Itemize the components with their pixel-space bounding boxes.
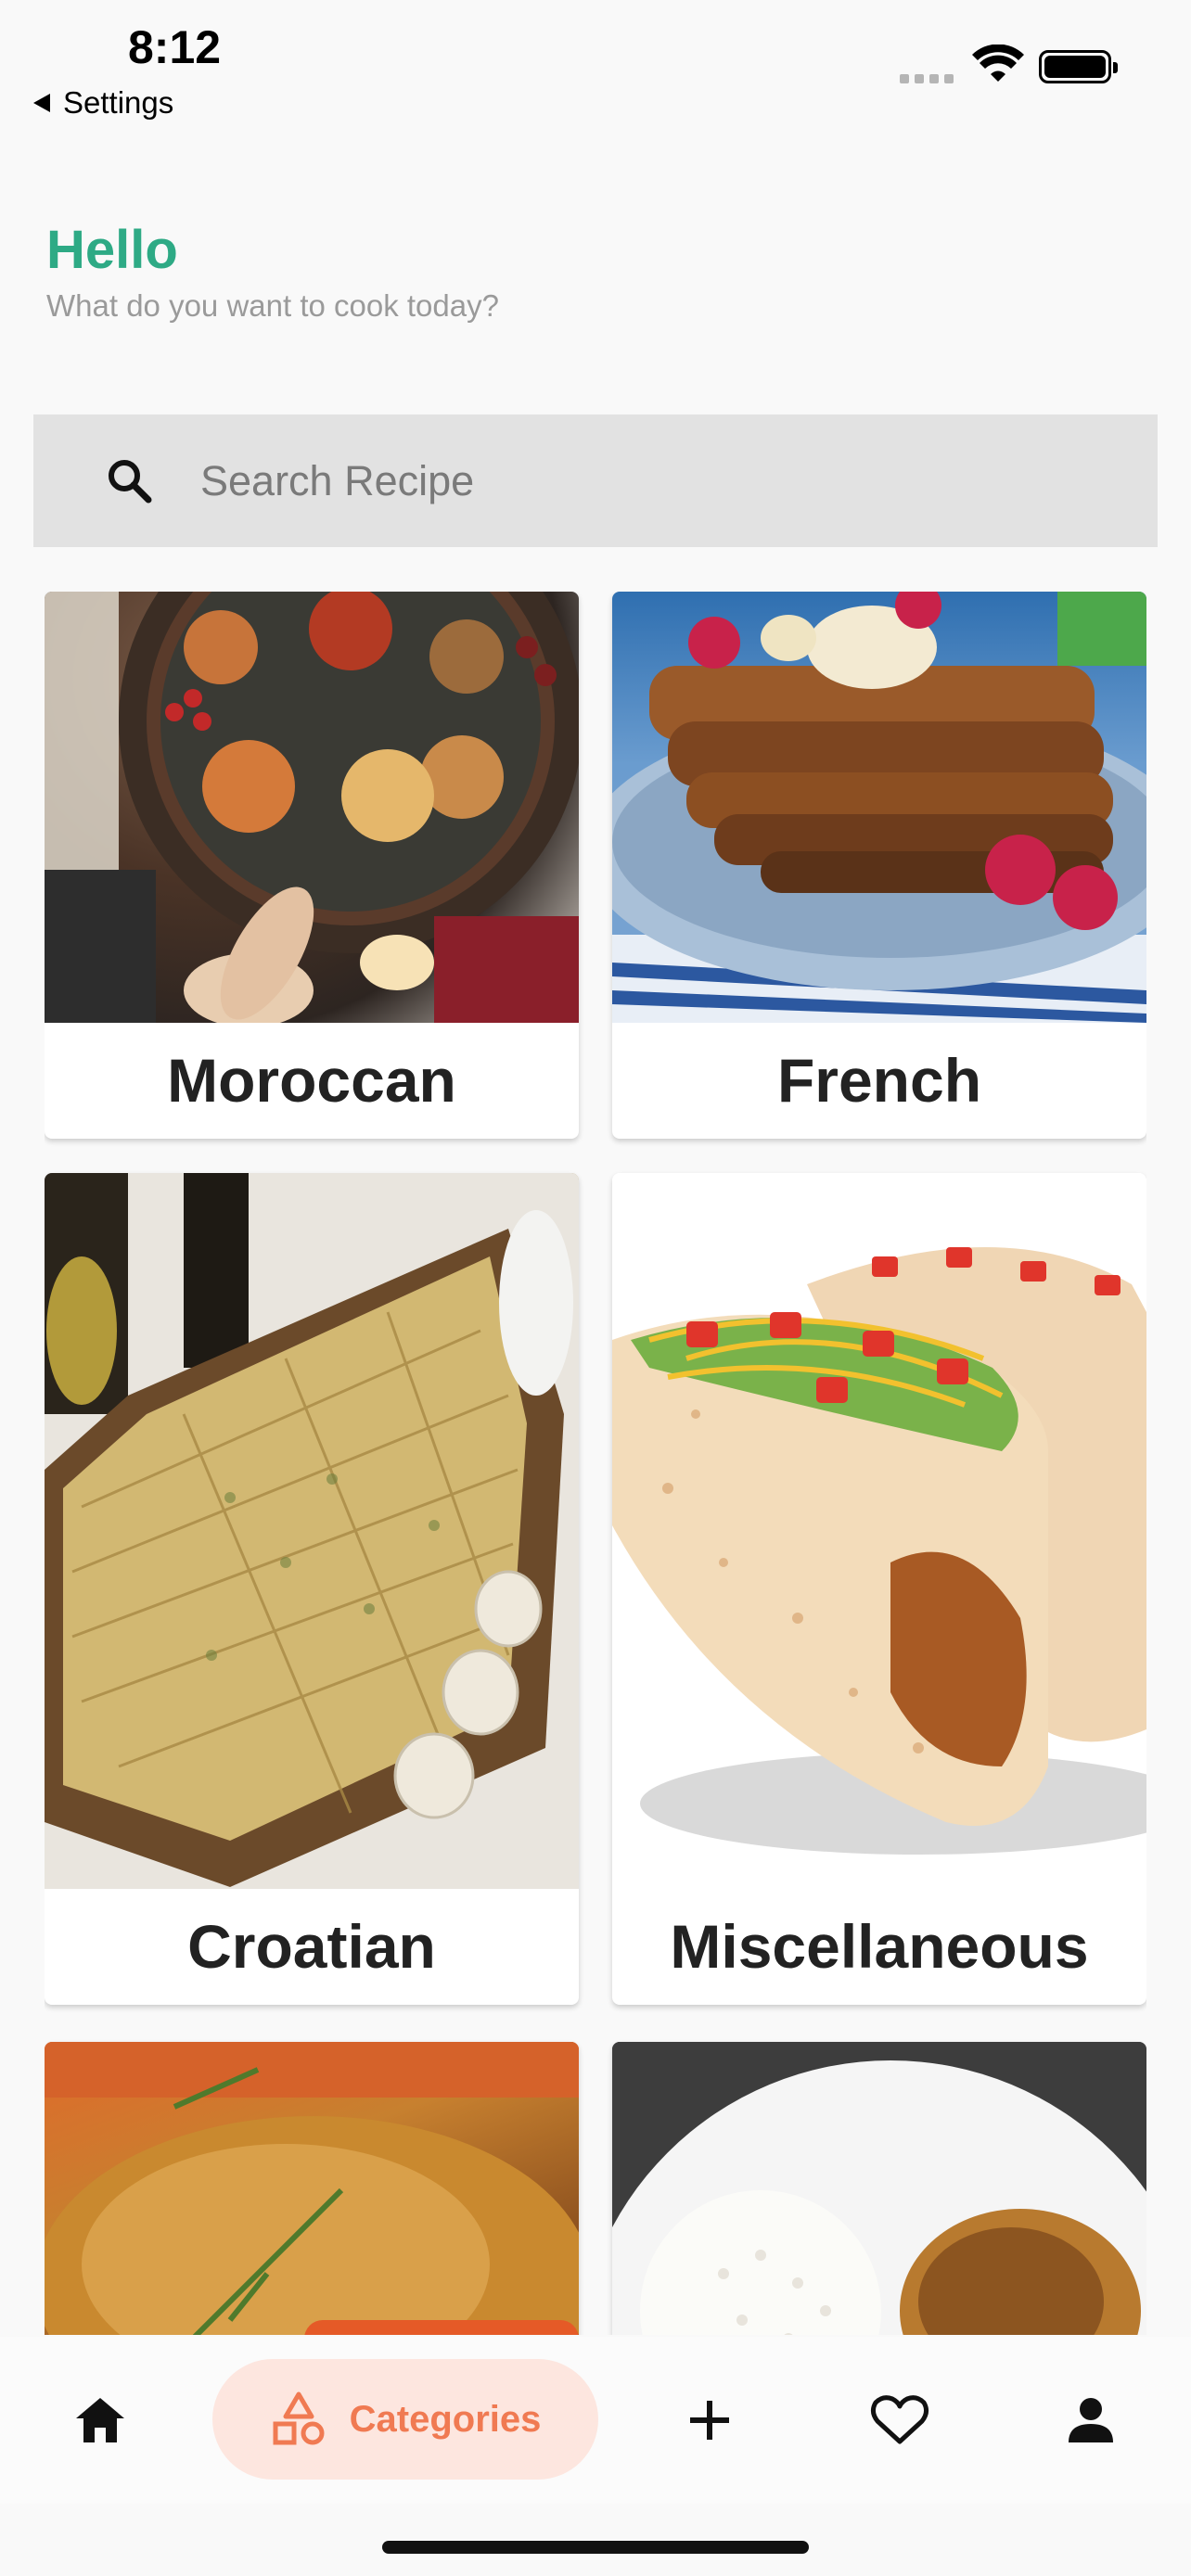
cellular-signal-icon [900, 74, 954, 83]
category-label-croatian: Croatian [187, 1912, 436, 1981]
nav-add[interactable] [663, 2337, 756, 2504]
greeting-header: Hello What do you want to cook today? [46, 219, 499, 324]
profile-icon [1069, 2398, 1113, 2442]
search-icon [109, 459, 152, 503]
nav-favorites[interactable] [853, 2337, 946, 2504]
category-grid[interactable]: Moroccan French Croatian Miscellaneous [45, 592, 1146, 2335]
category-card[interactable] [45, 2042, 579, 2335]
category-card-miscellaneous[interactable]: Miscellaneous [612, 1173, 1146, 2005]
greeting-subtitle: What do you want to cook today? [46, 288, 499, 323]
category-image [612, 2042, 1146, 2335]
nav-home[interactable] [54, 2337, 147, 2504]
status-time: 8:12 [128, 21, 222, 73]
back-to-settings-link[interactable]: Settings [33, 85, 173, 121]
nav-categories-label: Categories [349, 2398, 542, 2440]
category-image-moroccan [45, 592, 579, 1023]
category-card-croatian[interactable]: Croatian [45, 1173, 579, 2005]
category-label-moroccan: Moroccan [167, 1046, 456, 1115]
greeting-title: Hello [46, 220, 178, 280]
category-label-french: French [776, 1046, 982, 1115]
category-image [45, 2042, 579, 2335]
category-card-french[interactable]: French [612, 592, 1146, 1139]
search-bar[interactable] [33, 414, 1158, 547]
add-icon [690, 2401, 729, 2440]
category-image-croatian [45, 1173, 579, 1889]
category-image-french [612, 592, 1146, 1023]
battery-icon [1039, 50, 1118, 83]
categories-icon [273, 2391, 325, 2445]
bottom-navigation: Categories [0, 2337, 1191, 2504]
home-icon [76, 2398, 124, 2442]
back-to-settings-label: Settings [63, 85, 174, 120]
heart-icon [870, 2395, 929, 2444]
category-image-miscellaneous [612, 1173, 1146, 1889]
category-card[interactable] [612, 2042, 1146, 2335]
category-label-miscellaneous: Miscellaneous [670, 1912, 1089, 1981]
search-input[interactable] [200, 456, 1035, 505]
nav-profile[interactable] [1044, 2337, 1137, 2504]
home-indicator[interactable] [382, 2541, 809, 2554]
nav-categories[interactable]: Categories [212, 2359, 598, 2480]
category-card-moroccan[interactable]: Moroccan [45, 592, 579, 1139]
wifi-icon [972, 45, 1024, 82]
back-arrow-icon [33, 94, 50, 112]
status-bar: 8:12 Settings [0, 0, 1191, 130]
